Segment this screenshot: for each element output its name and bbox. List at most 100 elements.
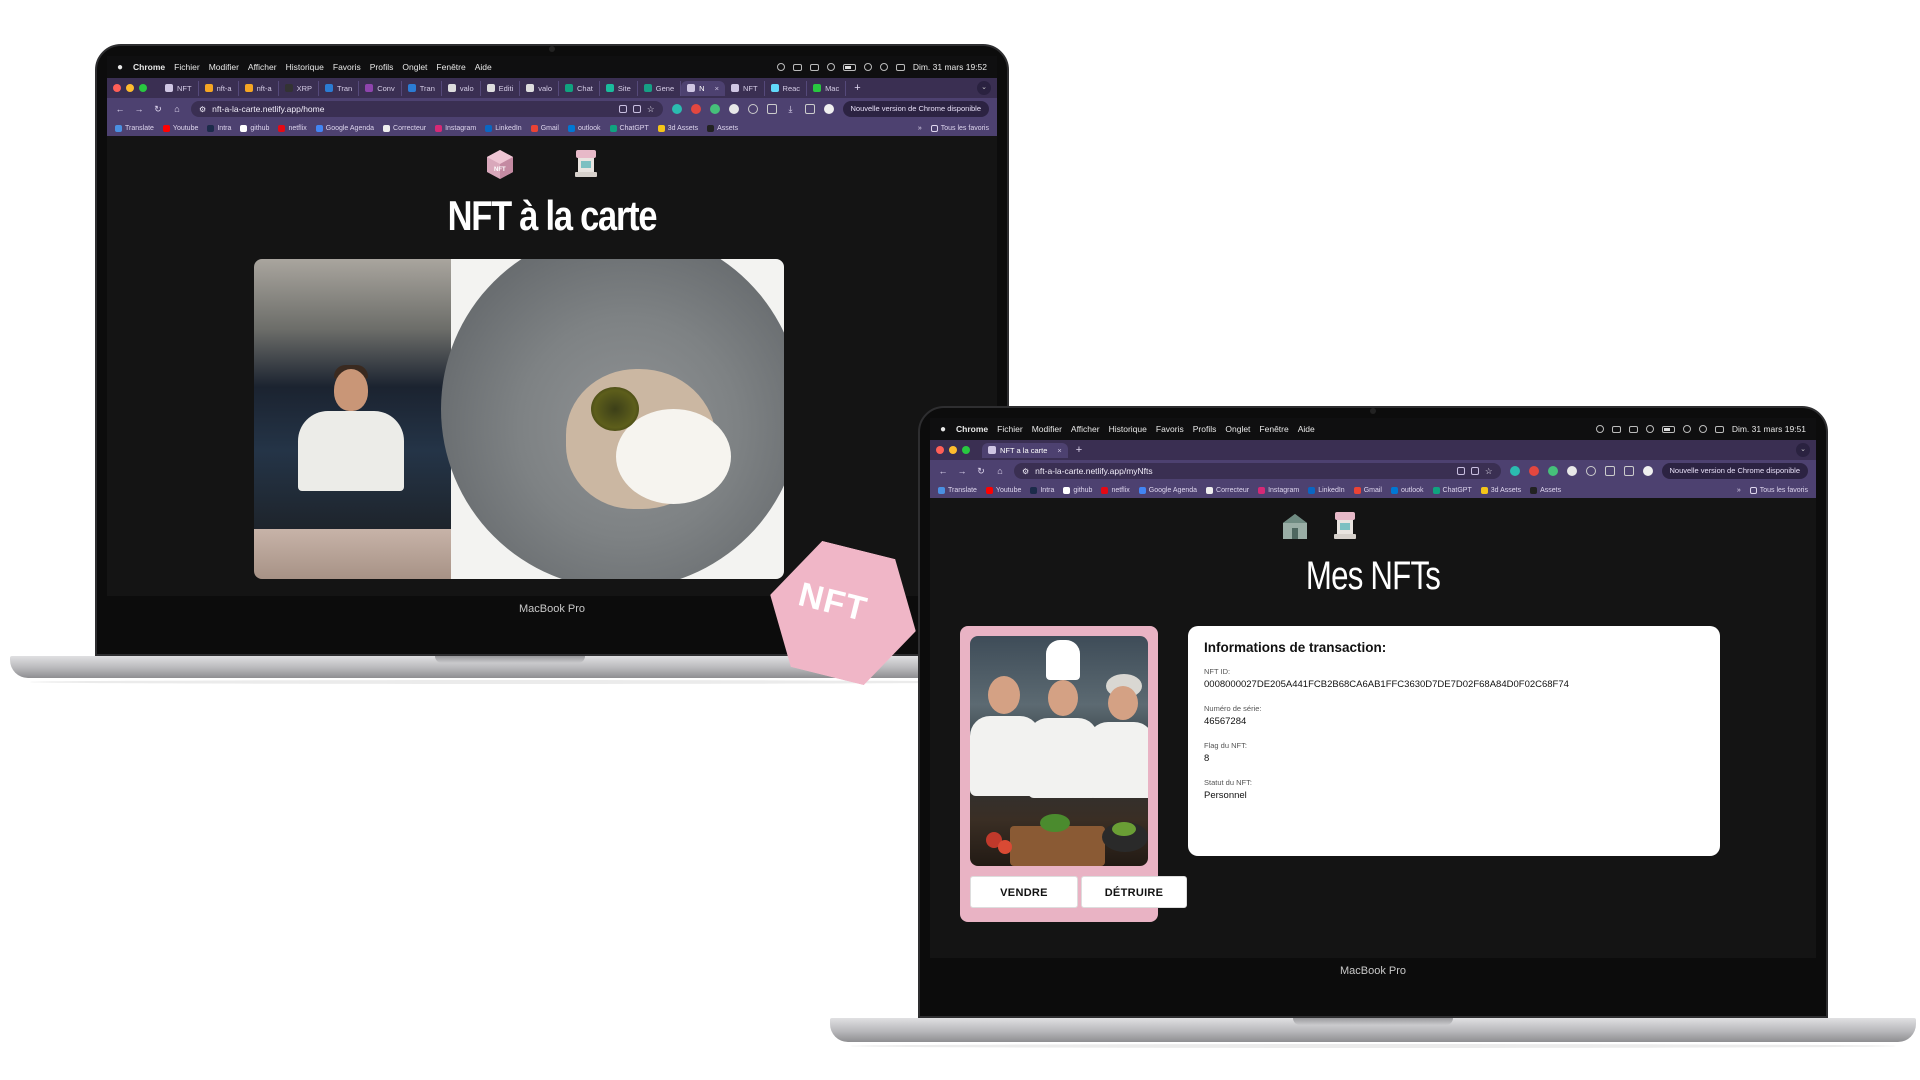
translate-icon[interactable] <box>632 105 641 113</box>
menu-item[interactable]: Modifier <box>209 62 239 72</box>
browser-tab[interactable]: nft-a <box>199 80 239 96</box>
browser-tab[interactable]: Chat <box>559 80 600 96</box>
home-icon[interactable]: ⌂ <box>995 466 1005 476</box>
search-icon[interactable] <box>1698 425 1707 433</box>
chrome-update-button[interactable]: Nouvelle version de Chrome disponible <box>1661 463 1808 479</box>
zoom-window-button[interactable] <box>962 446 970 454</box>
browser-tab[interactable]: NFT <box>725 80 765 96</box>
menu-item[interactable]: Fenêtre <box>1259 424 1288 434</box>
browser-tab[interactable]: valo <box>520 80 559 96</box>
menu-item[interactable]: Historique <box>1109 424 1147 434</box>
close-tab-icon[interactable]: × <box>1057 446 1061 455</box>
bookmark-item[interactable]: ChatGPT <box>1432 486 1472 494</box>
install-icon[interactable] <box>618 105 627 113</box>
forward-icon[interactable]: → <box>957 466 967 476</box>
bookmark-item[interactable]: 3d Assets <box>657 124 698 132</box>
tab-nft-a-la-carte[interactable]: NFT a la carte × <box>982 442 1068 458</box>
browser-tab[interactable]: Editi <box>481 80 521 96</box>
bookmark-item[interactable]: github <box>1063 486 1092 494</box>
bookmarks-overflow-button[interactable]: » <box>918 125 922 132</box>
nft-image-chefs[interactable] <box>970 636 1148 866</box>
status-icon[interactable] <box>1595 425 1604 433</box>
bookmark-item[interactable]: LinkedIn <box>485 124 522 132</box>
side-panel-icon[interactable] <box>804 104 815 114</box>
back-icon[interactable]: ← <box>938 466 948 476</box>
battery-icon[interactable] <box>1661 425 1675 433</box>
menu-item[interactable]: Modifier <box>1032 424 1062 434</box>
menu-item[interactable]: Onglet <box>402 62 427 72</box>
bookmarks-overflow-button[interactable]: » <box>1737 487 1741 494</box>
kiosk-icon[interactable] <box>571 148 601 180</box>
menu-item[interactable]: Onglet <box>1225 424 1250 434</box>
search-icon[interactable] <box>879 63 888 71</box>
forward-icon[interactable]: → <box>134 104 144 114</box>
address-bar[interactable]: ⚙ nft-a-la-carte.netlify.app/myNfts ☆ <box>1014 463 1501 479</box>
address-url[interactable]: nft-a-la-carte.netlify.app/myNfts <box>1035 466 1152 476</box>
nft-box-icon[interactable]: NFT <box>485 148 515 180</box>
extension-icon[interactable] <box>1566 466 1577 476</box>
browser-tab[interactable]: valo <box>442 80 481 96</box>
close-tab-icon[interactable]: × <box>715 84 719 93</box>
menu-item[interactable]: Profils <box>370 62 394 72</box>
extension-icon[interactable] <box>1585 466 1596 476</box>
bookmark-item[interactable]: Google Agenda <box>1138 486 1197 494</box>
menu-item[interactable]: Aide <box>475 62 492 72</box>
house-icon[interactable] <box>1280 510 1310 542</box>
menu-item[interactable]: Fichier <box>174 62 200 72</box>
new-tab-button[interactable]: + <box>1076 444 1082 456</box>
apple-icon[interactable]: ● <box>940 424 946 435</box>
minimize-window-button[interactable] <box>949 446 957 454</box>
battery-icon[interactable] <box>842 63 856 71</box>
bookmark-item[interactable]: netflix <box>278 124 307 132</box>
tab-search-button[interactable]: ⌄ <box>1796 443 1810 457</box>
extension-icon[interactable] <box>690 104 701 114</box>
status-icon[interactable] <box>776 63 785 71</box>
bookmark-item[interactable]: Gmail <box>530 124 559 132</box>
tab-search-button[interactable]: ⌄ <box>977 81 991 95</box>
menu-item[interactable]: Favoris <box>1156 424 1184 434</box>
status-icon[interactable] <box>1645 425 1654 433</box>
browser-tab[interactable]: nft-a <box>239 80 279 96</box>
profile-avatar[interactable] <box>1642 466 1653 476</box>
bookmark-star-icon[interactable]: ☆ <box>647 104 655 115</box>
minimize-window-button[interactable] <box>126 84 134 92</box>
browser-tab[interactable]: Reac <box>765 80 808 96</box>
menu-item[interactable]: Afficher <box>248 62 277 72</box>
profile-avatar[interactable] <box>823 104 834 114</box>
status-icon[interactable] <box>792 63 802 71</box>
address-bar[interactable]: ⚙ nft-a-la-carte.netlify.app/home ☆ <box>191 101 663 117</box>
browser-tab[interactable]: Site <box>600 80 638 96</box>
bookmark-item[interactable]: Translate <box>115 124 154 132</box>
side-panel-icon[interactable] <box>1623 466 1634 476</box>
bookmark-item[interactable]: netflix <box>1101 486 1130 494</box>
bookmark-item[interactable]: 3d Assets <box>1480 486 1521 494</box>
menu-item[interactable]: Fenêtre <box>436 62 465 72</box>
bookmark-item[interactable]: Intra <box>207 124 231 132</box>
site-info-icon[interactable]: ⚙ <box>199 105 206 114</box>
bookmark-item[interactable]: Gmail <box>1353 486 1382 494</box>
browser-tab[interactable]: Tran <box>402 80 442 96</box>
browser-tab[interactable]: Conv <box>359 80 402 96</box>
extension-icon[interactable] <box>1509 466 1520 476</box>
extension-icon[interactable] <box>747 104 758 114</box>
back-icon[interactable]: ← <box>115 104 125 114</box>
status-icon[interactable] <box>1611 425 1621 433</box>
menubar-clock[interactable]: Dim. 31 mars 19:52 <box>913 62 987 72</box>
bookmark-item[interactable]: Instagram <box>435 124 476 132</box>
all-bookmarks-button[interactable]: Tous les favoris <box>1749 486 1808 494</box>
browser-tab[interactable]: Mac <box>807 80 847 96</box>
bookmark-item[interactable]: Correcteur <box>383 124 426 132</box>
control-center-icon[interactable] <box>1714 425 1724 433</box>
chrome-update-button[interactable]: Nouvelle version de Chrome disponible <box>842 101 989 117</box>
close-window-button[interactable] <box>936 446 944 454</box>
extension-icon[interactable] <box>671 104 682 114</box>
zoom-window-button[interactable] <box>139 84 147 92</box>
menu-item[interactable]: Afficher <box>1071 424 1100 434</box>
new-tab-button[interactable]: + <box>854 82 860 94</box>
browser-tab[interactable]: N × <box>681 80 725 96</box>
bookmark-item[interactable]: outlook <box>1390 486 1424 494</box>
destroy-button[interactable]: DÉTRUIRE <box>1081 876 1187 908</box>
close-window-button[interactable] <box>113 84 121 92</box>
status-icon[interactable] <box>826 63 835 71</box>
browser-tab[interactable]: Gene <box>638 80 682 96</box>
